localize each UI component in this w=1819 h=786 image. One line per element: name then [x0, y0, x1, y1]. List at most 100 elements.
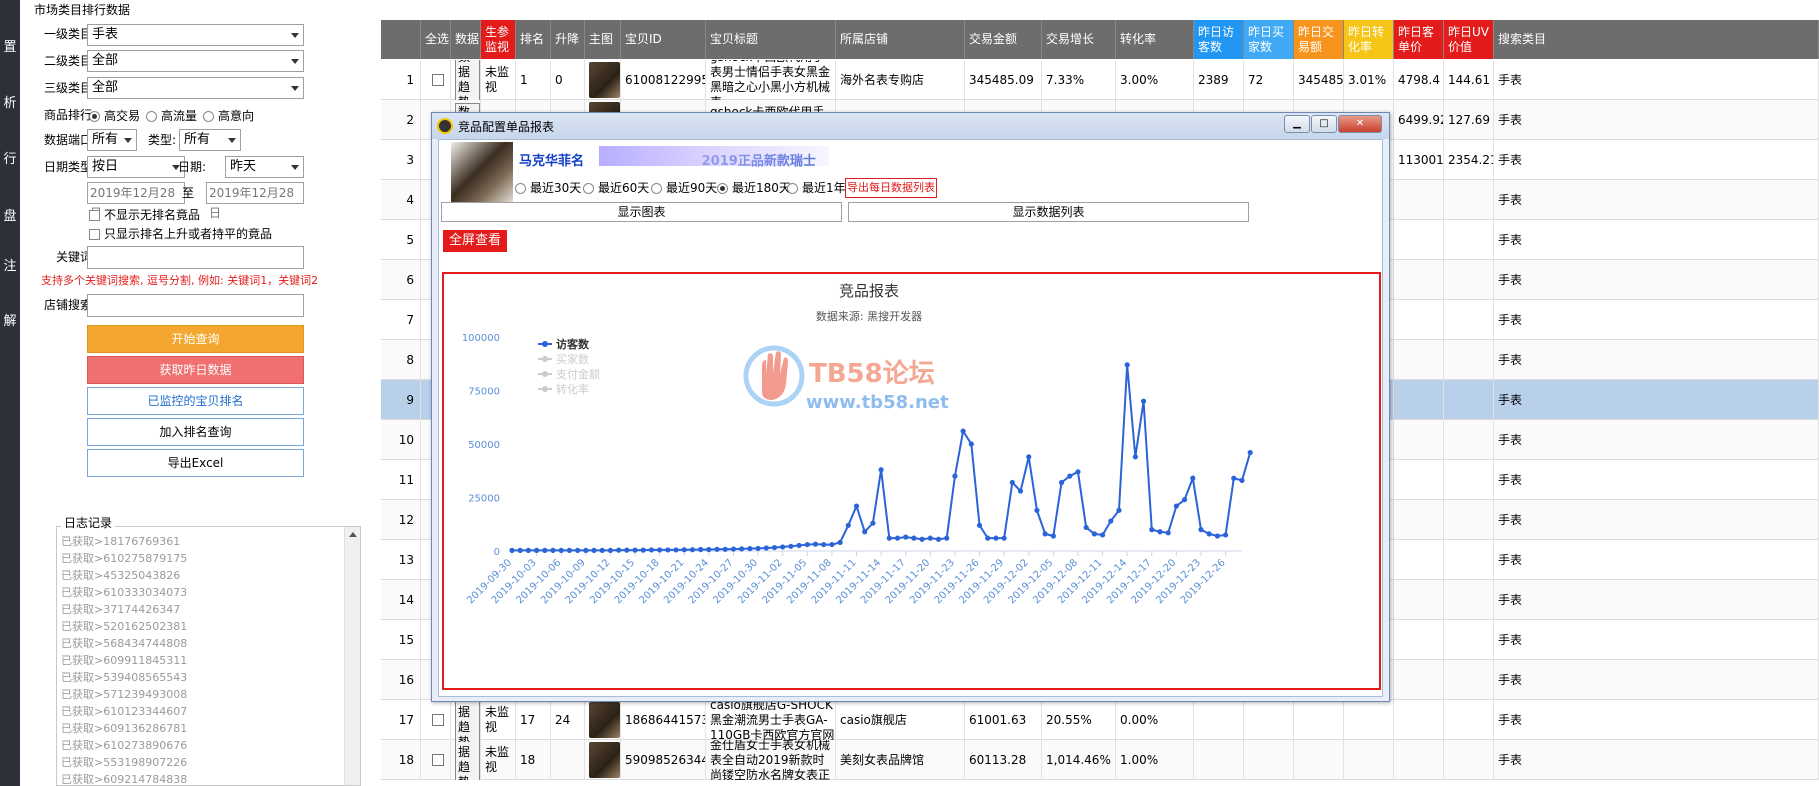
nav-item[interactable]: 注	[0, 255, 20, 274]
row-checkbox[interactable]	[431, 74, 444, 86]
nav-item[interactable]: 置	[0, 36, 20, 55]
datetype-value: 按日	[92, 159, 119, 174]
chevron-down-icon	[228, 138, 236, 143]
legend-item[interactable]: 转化率	[556, 382, 589, 396]
data-point	[739, 546, 745, 552]
date-select[interactable]: 昨天	[225, 156, 304, 178]
column-header[interactable]: 排名	[516, 20, 551, 59]
nav-item[interactable]: 行	[0, 148, 20, 167]
nav-item[interactable]: 析	[0, 92, 20, 111]
yp-cell	[1394, 500, 1444, 540]
popup-title: 竞品配置单品报表	[458, 120, 555, 134]
y-tick-label: 100000	[462, 333, 500, 344]
data-point	[1026, 454, 1032, 460]
product-image[interactable]	[589, 702, 620, 738]
column-header[interactable]: 昨日访客数	[1194, 20, 1244, 59]
data-point	[550, 547, 556, 553]
data-point	[1190, 475, 1196, 481]
data-point	[1009, 479, 1015, 486]
legend-item[interactable]: 支付金额	[556, 367, 600, 381]
scroll-up-icon[interactable]	[349, 532, 357, 537]
close-button[interactable]: ✕	[1338, 115, 1382, 133]
add-rank-button[interactable]: 加入排名查询	[87, 418, 304, 446]
column-header[interactable]: 昨日交易额	[1294, 20, 1344, 59]
radio-icon	[89, 111, 100, 122]
column-header[interactable]: 所属店铺	[836, 20, 965, 59]
shop-input[interactable]	[87, 294, 304, 317]
data-trend-button[interactable]: 数据趋势	[455, 700, 480, 740]
data-point	[927, 535, 933, 541]
show-chart-button[interactable]: 显示图表	[441, 202, 842, 222]
hide-unranked-checkbox[interactable]: 不显示无排名竟品	[89, 207, 200, 223]
rank-option-trade[interactable]: 高交易	[89, 108, 140, 124]
column-header[interactable]: 昨日客单价	[1394, 20, 1444, 59]
fullscreen-button[interactable]: 全屏查看	[443, 230, 508, 252]
row-number: 16	[381, 660, 421, 700]
table-row[interactable]: 17数据趋势未监视172418686441573casio旗舰店G-SHOCK黑…	[381, 700, 1819, 740]
column-header[interactable]: 搜索类目	[1494, 20, 1819, 59]
range-option[interactable]: 最近180天	[717, 180, 791, 196]
rank-label: 商品排行:	[43, 108, 96, 122]
column-header[interactable]	[381, 20, 421, 59]
checkbox-label: 只显示排名上升或者持平的竟品	[104, 227, 273, 241]
show-list-button[interactable]: 显示数据列表	[848, 202, 1249, 222]
rank-option-intent[interactable]: 高意向	[203, 108, 254, 124]
product-image[interactable]	[589, 742, 620, 778]
yu-cell	[1444, 340, 1494, 380]
export-excel-button[interactable]: 导出Excel	[87, 449, 304, 477]
start-query-button[interactable]: 开始查询	[87, 325, 304, 353]
to-label: 至	[181, 186, 194, 200]
cat3-select[interactable]: 全部	[87, 77, 304, 99]
legend-item[interactable]: 访客数	[556, 337, 590, 351]
column-header[interactable]: 数据	[451, 20, 481, 59]
nav-item[interactable]: 解	[0, 310, 20, 329]
amt-cell: 60113.28	[965, 740, 1042, 780]
cat1-select[interactable]: 手表	[87, 24, 304, 46]
product-image[interactable]	[589, 62, 620, 98]
column-header[interactable]: 升降	[551, 20, 585, 59]
log-scrollbar[interactable]	[344, 527, 360, 785]
cat2-select[interactable]: 全部	[87, 50, 304, 72]
date-from-picker[interactable]: 2019年12月28日	[87, 182, 185, 220]
shop-cell: 美刻女表品牌馆	[836, 740, 965, 780]
rank-option-traffic[interactable]: 高流量	[146, 108, 197, 124]
rising-only-checkbox[interactable]: 只显示排名上升或者持平的竟品	[89, 226, 272, 242]
range-option[interactable]: 最近30天	[515, 180, 581, 196]
column-header[interactable]: 交易增长	[1042, 20, 1116, 59]
column-header[interactable]: 全选	[421, 20, 451, 59]
keyword-input[interactable]	[87, 246, 304, 269]
column-header[interactable]: 昨日买家数	[1244, 20, 1294, 59]
range-option[interactable]: 最近1年	[787, 180, 846, 196]
id-cell: 590985263449	[621, 740, 706, 780]
column-header[interactable]: 昨日UV价值	[1444, 20, 1494, 59]
data-point	[714, 546, 720, 552]
maximize-button[interactable]: □	[1311, 115, 1337, 133]
column-header[interactable]: 主图	[585, 20, 621, 59]
row-checkbox[interactable]	[431, 754, 444, 766]
column-header[interactable]: 交易金额	[965, 20, 1042, 59]
export-daily-button[interactable]: 导出每日数据列表	[845, 178, 937, 198]
column-header[interactable]: 昨日转化率	[1344, 20, 1394, 59]
table-row[interactable]: 1数据趋势未监视10610081229954gshock卡西欧代用手表男士情侣手…	[381, 60, 1819, 100]
column-header[interactable]: 转化率	[1116, 20, 1194, 59]
nav-item[interactable]: 盘	[0, 205, 20, 224]
minimize-button[interactable]: ▁	[1284, 115, 1310, 133]
title-blur-mask	[599, 146, 829, 166]
date-to-picker[interactable]: 2019年12月28日	[206, 182, 304, 220]
data-point	[591, 547, 597, 553]
fetch-yesterday-button[interactable]: 获取昨日数据	[87, 356, 304, 384]
column-header[interactable]: 宝贝标题	[706, 20, 836, 59]
shop-cell: 海外名表专购店	[836, 60, 965, 100]
range-option[interactable]: 最近90天	[651, 180, 717, 196]
data-trend-button[interactable]: 数据趋势	[455, 740, 480, 780]
data-trend-button[interactable]: 数据趋势	[455, 60, 480, 100]
column-header[interactable]: 生参监视	[481, 20, 516, 59]
column-header[interactable]: 宝贝ID	[621, 20, 706, 59]
row-checkbox[interactable]	[431, 714, 444, 726]
table-row[interactable]: 18数据趋势未监视18590985263449金仕盾女士手表女机械表全自动201…	[381, 740, 1819, 780]
legend-item[interactable]: 买家数	[556, 352, 589, 366]
range-option[interactable]: 最近60天	[583, 180, 649, 196]
monitored-rank-button[interactable]: 已监控的宝贝排名	[87, 387, 304, 415]
yp-cell: 4798.4	[1394, 60, 1444, 100]
type-select[interactable]: 所有	[179, 129, 241, 151]
